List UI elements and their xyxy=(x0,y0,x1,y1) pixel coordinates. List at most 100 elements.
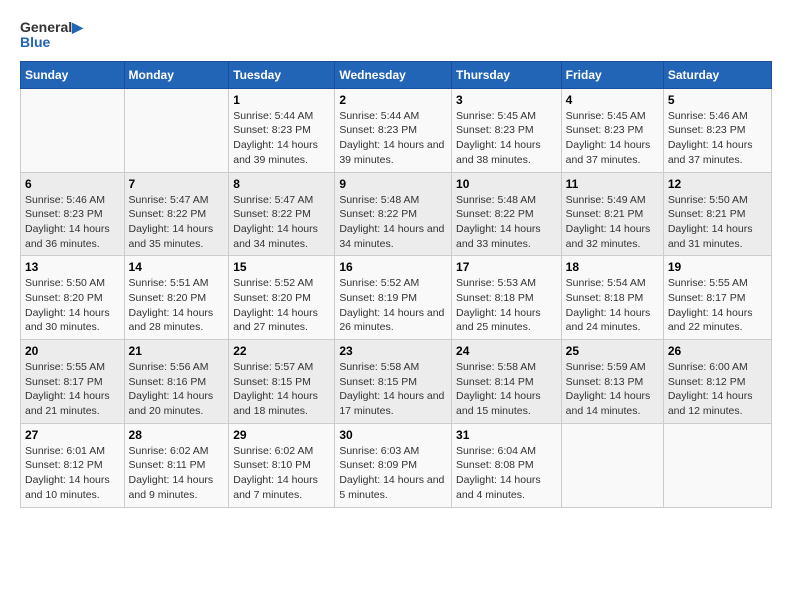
header-day: Friday xyxy=(561,61,663,88)
day-info: Sunrise: 5:48 AMSunset: 8:22 PMDaylight:… xyxy=(456,194,541,250)
calendar-cell: 15 Sunrise: 5:52 AMSunset: 8:20 PMDaylig… xyxy=(229,256,335,340)
day-info: Sunrise: 5:53 AMSunset: 8:18 PMDaylight:… xyxy=(456,277,541,333)
calendar-body: 1 Sunrise: 5:44 AMSunset: 8:23 PMDayligh… xyxy=(21,88,772,507)
logo-blue: Blue xyxy=(20,35,83,50)
calendar-cell: 18 Sunrise: 5:54 AMSunset: 8:18 PMDaylig… xyxy=(561,256,663,340)
calendar-cell: 10 Sunrise: 5:48 AMSunset: 8:22 PMDaylig… xyxy=(452,172,562,256)
calendar-cell: 17 Sunrise: 5:53 AMSunset: 8:18 PMDaylig… xyxy=(452,256,562,340)
calendar-header: SundayMondayTuesdayWednesdayThursdayFrid… xyxy=(21,61,772,88)
header-day: Thursday xyxy=(452,61,562,88)
day-info: Sunrise: 5:46 AMSunset: 8:23 PMDaylight:… xyxy=(25,194,110,250)
calendar-cell: 12 Sunrise: 5:50 AMSunset: 8:21 PMDaylig… xyxy=(663,172,771,256)
calendar-week-row: 27 Sunrise: 6:01 AMSunset: 8:12 PMDaylig… xyxy=(21,423,772,507)
day-number: 5 xyxy=(668,93,767,107)
calendar-cell: 9 Sunrise: 5:48 AMSunset: 8:22 PMDayligh… xyxy=(335,172,452,256)
day-number: 13 xyxy=(25,260,120,274)
day-number: 28 xyxy=(129,428,225,442)
day-number: 1 xyxy=(233,93,330,107)
header-day: Sunday xyxy=(21,61,125,88)
header-row: SundayMondayTuesdayWednesdayThursdayFrid… xyxy=(21,61,772,88)
day-number: 23 xyxy=(339,344,447,358)
calendar-cell: 25 Sunrise: 5:59 AMSunset: 8:13 PMDaylig… xyxy=(561,340,663,424)
logo-general: General▶ xyxy=(20,20,83,35)
calendar-cell: 8 Sunrise: 5:47 AMSunset: 8:22 PMDayligh… xyxy=(229,172,335,256)
calendar-cell: 14 Sunrise: 5:51 AMSunset: 8:20 PMDaylig… xyxy=(124,256,229,340)
day-number: 26 xyxy=(668,344,767,358)
logo: General▶ Blue xyxy=(20,20,83,51)
day-number: 31 xyxy=(456,428,557,442)
day-number: 17 xyxy=(456,260,557,274)
calendar-cell: 4 Sunrise: 5:45 AMSunset: 8:23 PMDayligh… xyxy=(561,88,663,172)
day-info: Sunrise: 5:44 AMSunset: 8:23 PMDaylight:… xyxy=(339,110,444,166)
calendar-cell: 24 Sunrise: 5:58 AMSunset: 8:14 PMDaylig… xyxy=(452,340,562,424)
day-number: 27 xyxy=(25,428,120,442)
day-number: 15 xyxy=(233,260,330,274)
calendar-cell: 19 Sunrise: 5:55 AMSunset: 8:17 PMDaylig… xyxy=(663,256,771,340)
day-number: 24 xyxy=(456,344,557,358)
calendar-cell: 5 Sunrise: 5:46 AMSunset: 8:23 PMDayligh… xyxy=(663,88,771,172)
calendar-cell xyxy=(663,423,771,507)
day-info: Sunrise: 6:02 AMSunset: 8:10 PMDaylight:… xyxy=(233,445,318,501)
day-info: Sunrise: 5:55 AMSunset: 8:17 PMDaylight:… xyxy=(668,277,753,333)
day-number: 29 xyxy=(233,428,330,442)
calendar-cell: 28 Sunrise: 6:02 AMSunset: 8:11 PMDaylig… xyxy=(124,423,229,507)
day-info: Sunrise: 5:52 AMSunset: 8:19 PMDaylight:… xyxy=(339,277,444,333)
day-info: Sunrise: 5:51 AMSunset: 8:20 PMDaylight:… xyxy=(129,277,214,333)
calendar-cell: 13 Sunrise: 5:50 AMSunset: 8:20 PMDaylig… xyxy=(21,256,125,340)
calendar-cell: 30 Sunrise: 6:03 AMSunset: 8:09 PMDaylig… xyxy=(335,423,452,507)
calendar-table: SundayMondayTuesdayWednesdayThursdayFrid… xyxy=(20,61,772,508)
day-info: Sunrise: 5:57 AMSunset: 8:15 PMDaylight:… xyxy=(233,361,318,417)
day-number: 25 xyxy=(566,344,659,358)
day-number: 7 xyxy=(129,177,225,191)
calendar-week-row: 6 Sunrise: 5:46 AMSunset: 8:23 PMDayligh… xyxy=(21,172,772,256)
day-number: 20 xyxy=(25,344,120,358)
day-number: 2 xyxy=(339,93,447,107)
day-number: 18 xyxy=(566,260,659,274)
day-number: 12 xyxy=(668,177,767,191)
day-number: 14 xyxy=(129,260,225,274)
day-info: Sunrise: 5:50 AMSunset: 8:21 PMDaylight:… xyxy=(668,194,753,250)
day-info: Sunrise: 5:54 AMSunset: 8:18 PMDaylight:… xyxy=(566,277,651,333)
calendar-cell: 16 Sunrise: 5:52 AMSunset: 8:19 PMDaylig… xyxy=(335,256,452,340)
calendar-week-row: 20 Sunrise: 5:55 AMSunset: 8:17 PMDaylig… xyxy=(21,340,772,424)
calendar-cell: 26 Sunrise: 6:00 AMSunset: 8:12 PMDaylig… xyxy=(663,340,771,424)
day-number: 8 xyxy=(233,177,330,191)
day-info: Sunrise: 5:59 AMSunset: 8:13 PMDaylight:… xyxy=(566,361,651,417)
day-number: 11 xyxy=(566,177,659,191)
day-number: 30 xyxy=(339,428,447,442)
logo-text: General▶ Blue xyxy=(20,20,83,51)
day-info: Sunrise: 5:50 AMSunset: 8:20 PMDaylight:… xyxy=(25,277,110,333)
calendar-cell: 20 Sunrise: 5:55 AMSunset: 8:17 PMDaylig… xyxy=(21,340,125,424)
calendar-cell: 11 Sunrise: 5:49 AMSunset: 8:21 PMDaylig… xyxy=(561,172,663,256)
day-info: Sunrise: 5:44 AMSunset: 8:23 PMDaylight:… xyxy=(233,110,318,166)
day-info: Sunrise: 5:58 AMSunset: 8:15 PMDaylight:… xyxy=(339,361,444,417)
calendar-cell xyxy=(561,423,663,507)
day-info: Sunrise: 5:55 AMSunset: 8:17 PMDaylight:… xyxy=(25,361,110,417)
calendar-cell: 23 Sunrise: 5:58 AMSunset: 8:15 PMDaylig… xyxy=(335,340,452,424)
header-day: Wednesday xyxy=(335,61,452,88)
calendar-cell: 1 Sunrise: 5:44 AMSunset: 8:23 PMDayligh… xyxy=(229,88,335,172)
header: General▶ Blue xyxy=(20,20,772,51)
day-info: Sunrise: 6:04 AMSunset: 8:08 PMDaylight:… xyxy=(456,445,541,501)
calendar-cell xyxy=(21,88,125,172)
day-number: 3 xyxy=(456,93,557,107)
calendar-cell: 3 Sunrise: 5:45 AMSunset: 8:23 PMDayligh… xyxy=(452,88,562,172)
day-number: 10 xyxy=(456,177,557,191)
header-day: Tuesday xyxy=(229,61,335,88)
day-number: 22 xyxy=(233,344,330,358)
day-info: Sunrise: 5:45 AMSunset: 8:23 PMDaylight:… xyxy=(456,110,541,166)
day-info: Sunrise: 5:52 AMSunset: 8:20 PMDaylight:… xyxy=(233,277,318,333)
day-number: 6 xyxy=(25,177,120,191)
calendar-cell: 29 Sunrise: 6:02 AMSunset: 8:10 PMDaylig… xyxy=(229,423,335,507)
calendar-cell: 7 Sunrise: 5:47 AMSunset: 8:22 PMDayligh… xyxy=(124,172,229,256)
day-info: Sunrise: 6:00 AMSunset: 8:12 PMDaylight:… xyxy=(668,361,753,417)
day-number: 19 xyxy=(668,260,767,274)
day-info: Sunrise: 5:47 AMSunset: 8:22 PMDaylight:… xyxy=(233,194,318,250)
day-info: Sunrise: 5:58 AMSunset: 8:14 PMDaylight:… xyxy=(456,361,541,417)
day-number: 16 xyxy=(339,260,447,274)
calendar-cell: 27 Sunrise: 6:01 AMSunset: 8:12 PMDaylig… xyxy=(21,423,125,507)
calendar-cell: 21 Sunrise: 5:56 AMSunset: 8:16 PMDaylig… xyxy=(124,340,229,424)
day-info: Sunrise: 5:49 AMSunset: 8:21 PMDaylight:… xyxy=(566,194,651,250)
day-info: Sunrise: 6:02 AMSunset: 8:11 PMDaylight:… xyxy=(129,445,214,501)
calendar-cell: 6 Sunrise: 5:46 AMSunset: 8:23 PMDayligh… xyxy=(21,172,125,256)
